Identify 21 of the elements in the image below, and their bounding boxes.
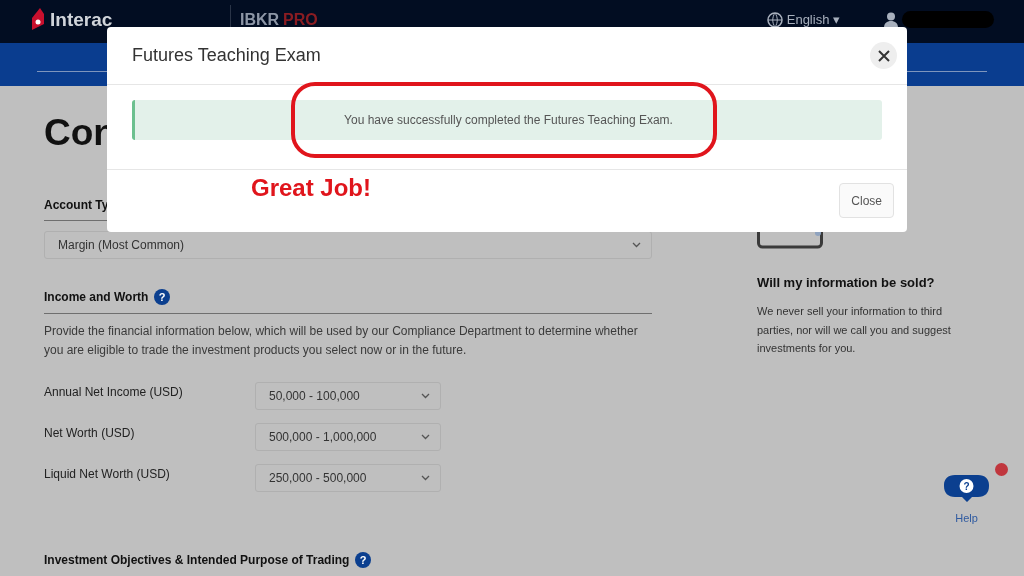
product-name: IBKR PRO xyxy=(240,10,318,29)
dialog-title: Futures Teaching Exam xyxy=(132,45,321,66)
help-icon[interactable]: ? xyxy=(355,552,372,568)
section-description: Provide the financial information below, which will be used by our Compliance Department to determine whether you are eligible to trade the investment products you select now or in the future. xyxy=(44,323,639,359)
close-button[interactable]: Close xyxy=(839,183,894,218)
field-label: Net Worth (USD) xyxy=(44,425,136,440)
account-type-select[interactable]: Margin (Most Common) xyxy=(44,231,652,259)
help-label[interactable]: Help xyxy=(955,512,978,524)
success-alert: You have successfully completed the Futures Teaching Exam. xyxy=(132,100,882,140)
brand-name[interactable]: Interac xyxy=(50,8,230,31)
language-menu[interactable]: English ▾ xyxy=(786,12,840,27)
amount-select[interactable]: 500,000 - 1,000,000 xyxy=(255,423,441,451)
info-text: We never sell your information to third parties, nor will we call you and suggest investments for you. xyxy=(757,304,952,356)
section-title: Income and Worth xyxy=(44,290,149,304)
help-icon[interactable]: ? xyxy=(154,289,171,305)
info-title: Will my information be sold? xyxy=(757,275,936,290)
amount-select[interactable]: 250,000 - 500,000 xyxy=(255,464,441,492)
section-title: Investment Objectives & Intended Purpose of Trading xyxy=(44,553,350,567)
field-label: Annual Net Income (USD) xyxy=(44,384,184,399)
amount-select[interactable]: 50,000 - 100,000 xyxy=(255,382,441,410)
field-label: Liquid Net Worth (USD) xyxy=(44,466,171,481)
